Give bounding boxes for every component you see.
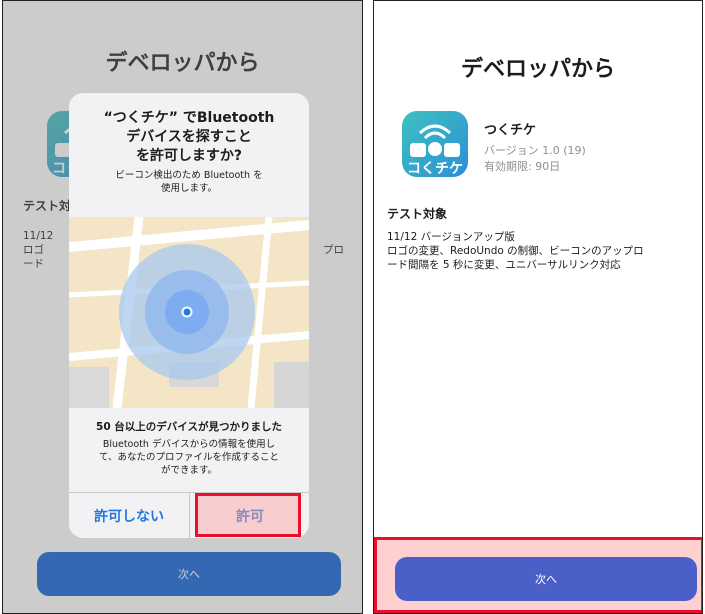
allow-button-highlight — [195, 493, 301, 537]
svg-text:コくチケ: コくチケ — [407, 161, 463, 177]
page-title: デベロッパから — [460, 57, 615, 82]
deny-button[interactable]: 許可しない — [69, 493, 189, 538]
nearby-devices-map — [69, 217, 309, 408]
section-title: テスト対象 — [387, 207, 448, 221]
alert-message: ビーコン検出のため Bluetooth を 使用します。 — [115, 170, 263, 194]
next-button[interactable]: 次へ — [395, 557, 697, 601]
deny-button-label: 許可しない — [94, 508, 164, 525]
devices-found-message: Bluetooth デバイスからの情報を使用し て、あなたのプロファイルを作成す… — [98, 439, 280, 476]
right-phone-screen: デベロッパから コくチケ つくチケ バージョン 1.0 (19) 有効期限: 9… — [373, 0, 703, 614]
app-version: バージョン 1.0 (19) — [484, 144, 586, 157]
release-notes: 11/12 バージョンアップ版 ロゴの変更、RedoUndo の制御、ビーコンの… — [387, 231, 644, 271]
app-icon: コくチケ — [402, 111, 468, 177]
left-phone-screen: デベロッパから コくチケ テスト対象 11/12 ロゴ ード プロ 次へ “つく… — [2, 0, 363, 614]
app-name: つくチケ — [484, 123, 537, 138]
devices-found-title: 50 台以上のデバイスが見つかりました — [96, 421, 282, 433]
app-expiry: 有効期限: 90日 — [484, 160, 561, 173]
bluetooth-permission-alert: “つくチケ” でBluetooth デバイスを探すこと を許可しますか? ビーコ… — [69, 93, 309, 538]
alert-title: “つくチケ” でBluetooth デバイスを探すこと を許可しますか? — [103, 110, 275, 164]
next-button-label: 次へ — [535, 573, 557, 586]
